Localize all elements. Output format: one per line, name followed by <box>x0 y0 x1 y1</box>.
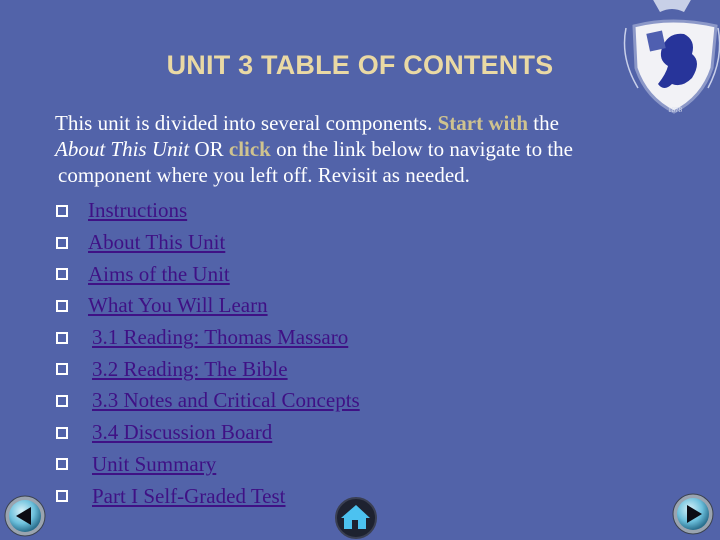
square-bullet-icon <box>56 299 68 312</box>
toc-link-reading-massaro[interactable]: 3.1 Reading: Thomas Massaro <box>92 325 348 350</box>
toc-item: Aims of the Unit <box>54 258 360 290</box>
toc-item: Part I Self-Graded Test <box>54 480 360 512</box>
toc-item: 3.3 Notes and Critical Concepts <box>54 385 360 417</box>
home-button[interactable] <box>334 496 378 540</box>
intro-text: on the link below to navigate to the <box>270 137 573 161</box>
toc-link-notes[interactable]: 3.3 Notes and Critical Concepts <box>92 388 360 413</box>
toc-item: 3.2 Reading: The Bible <box>54 353 360 385</box>
previous-button[interactable] <box>4 495 46 537</box>
toc-item: 3.4 Discussion Board <box>54 417 360 449</box>
intro-highlight-start: Start with <box>437 111 529 135</box>
toc-item: Instructions <box>54 195 360 227</box>
square-bullet-icon <box>56 363 68 376</box>
square-bullet-icon <box>56 394 68 407</box>
square-bullet-icon <box>56 458 68 471</box>
toc-link-summary[interactable]: Unit Summary <box>92 452 216 477</box>
toc-link-reading-bible[interactable]: 3.2 Reading: The Bible <box>92 357 288 382</box>
toc-item: What You Will Learn <box>54 290 360 322</box>
toc-item: 3.1 Reading: Thomas Massaro <box>54 322 360 354</box>
toc-item: About This Unit <box>54 227 360 259</box>
intro-paragraph: This unit is divided into several compon… <box>55 110 675 188</box>
toc-link-discussion[interactable]: 3.4 Discussion Board <box>92 420 272 445</box>
intro-highlight-click: click <box>228 137 271 161</box>
intro-text: the <box>528 111 559 135</box>
square-bullet-icon <box>56 331 68 344</box>
square-bullet-icon <box>56 426 68 439</box>
toc-link-aims[interactable]: Aims of the Unit <box>88 262 230 287</box>
square-bullet-icon <box>56 204 68 217</box>
toc-item: Unit Summary <box>54 449 360 481</box>
intro-text: component where you left off. Revisit as… <box>58 163 470 187</box>
toc-link-learn[interactable]: What You Will Learn <box>88 293 268 318</box>
toc-link-instructions[interactable]: Instructions <box>88 198 187 223</box>
toc-list: Instructions About This Unit Aims of the… <box>54 195 360 512</box>
toc-link-self-test[interactable]: Part I Self-Graded Test <box>92 484 286 509</box>
intro-text: This unit is divided into several compon… <box>55 111 438 135</box>
square-bullet-icon <box>56 490 68 503</box>
page-title: UNIT 3 TABLE OF CONTENTS <box>166 50 554 80</box>
intro-italic-about: About This Unit <box>55 137 190 161</box>
toc-link-about[interactable]: About This Unit <box>88 230 225 255</box>
square-bullet-icon <box>56 268 68 281</box>
next-button[interactable] <box>672 493 714 535</box>
intro-text: OR <box>189 137 229 161</box>
square-bullet-icon <box>56 236 68 249</box>
